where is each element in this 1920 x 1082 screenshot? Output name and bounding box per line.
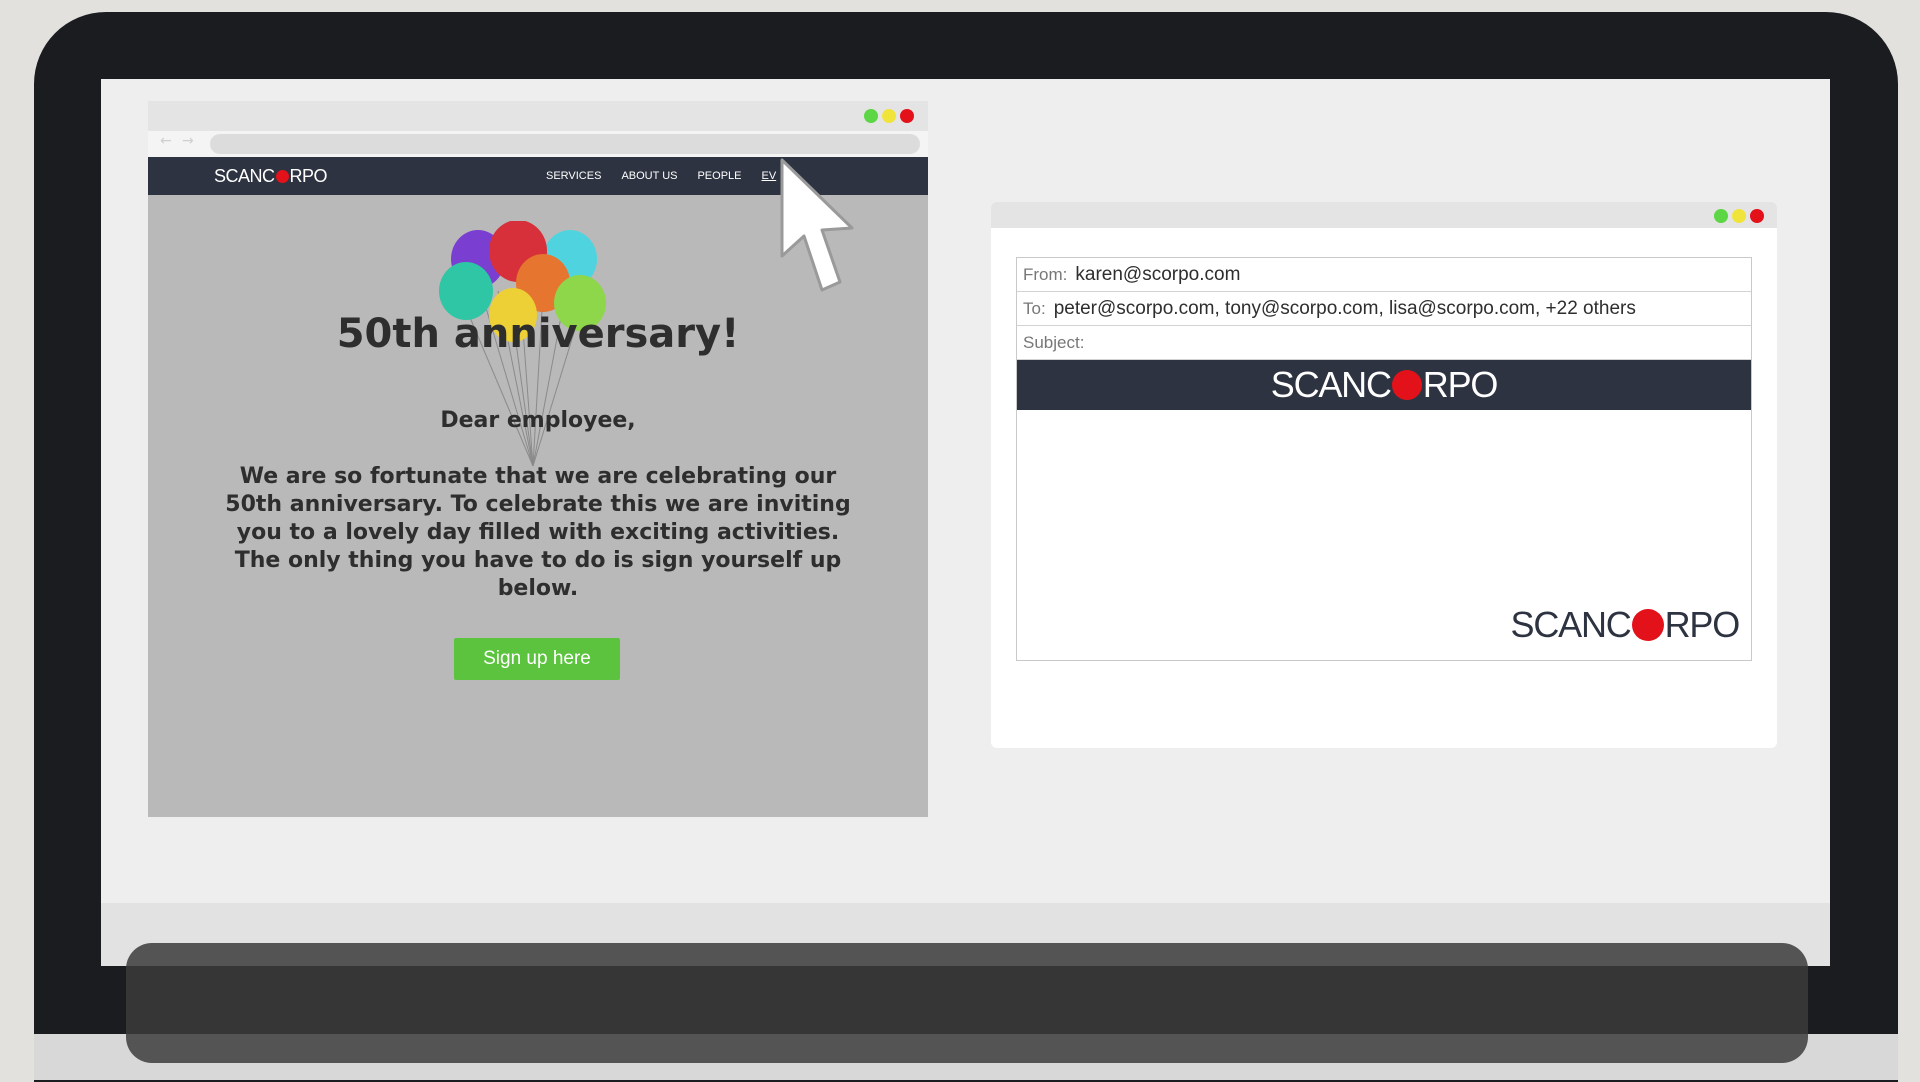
subject-label: Subject: (1023, 332, 1085, 352)
from-value: karen@scorpo.com (1075, 263, 1241, 285)
logo-text-right: RPO (1664, 604, 1741, 645)
mouse-cursor-icon (780, 158, 854, 292)
to-value: peter@scorpo.com, tony@scorpo.com, lisa@… (1053, 297, 1636, 319)
email-titlebar (991, 202, 1777, 228)
back-arrow-icon[interactable]: ← (160, 133, 172, 149)
invitation-text: We are so fortunate that we are celebrat… (225, 464, 851, 601)
logo-red-dot (1631, 609, 1664, 641)
minimize-button[interactable] (882, 109, 896, 123)
email-window: From: karen@scorpo.com To: peter@scorpo.… (991, 202, 1777, 748)
to-field[interactable]: To: peter@scorpo.com, tony@scorpo.com, l… (1017, 292, 1751, 326)
browser-toolbar: ← → (148, 131, 928, 157)
nav-link-about-us[interactable]: ABOUT US (621, 170, 677, 182)
to-label: To: (1023, 298, 1046, 318)
from-field[interactable]: From: karen@scorpo.com (1017, 258, 1751, 292)
subject-field[interactable]: Subject: (1017, 326, 1751, 360)
logo-red-dot (275, 170, 289, 183)
close-button[interactable] (900, 109, 914, 123)
browser-titlebar (148, 101, 928, 131)
email-compose-form: From: karen@scorpo.com To: peter@scorpo.… (1016, 257, 1752, 661)
email-header-banner: SCANC RPO (1017, 360, 1751, 410)
logo-text-right: RPO (289, 166, 328, 186)
close-button[interactable] (1750, 209, 1764, 223)
forward-arrow-icon[interactable]: → (182, 133, 194, 149)
sign-up-button[interactable]: Sign up here (454, 638, 620, 680)
maximize-button[interactable] (864, 109, 878, 123)
logo-text-right: RPO (1422, 364, 1499, 405)
logo-text-left: SCANC (1510, 604, 1632, 645)
email-signature-logo: SCANC RPO (1510, 604, 1741, 646)
page-headline: 50th anniversary! (336, 311, 740, 357)
nav-link-people[interactable]: PEOPLE (697, 170, 741, 182)
from-label: From: (1023, 264, 1068, 284)
nav-link-services[interactable]: SERVICES (546, 170, 601, 182)
keyboard-bar-shadow (126, 966, 1808, 1034)
logo-text-left: SCANC (214, 166, 275, 186)
nav-links: SERVICES ABOUT US PEOPLE EV (546, 170, 776, 182)
address-bar[interactable] (210, 134, 920, 154)
laptop-screen: ← → SCANC RPO SERVICES ABOUT US PEOPLE E… (101, 79, 1830, 966)
nav-link-events[interactable]: EV (762, 170, 777, 182)
maximize-button[interactable] (1714, 209, 1728, 223)
email-banner-logo: SCANC RPO (1270, 364, 1499, 406)
logo-text-left: SCANC (1270, 364, 1392, 405)
minimize-button[interactable] (1732, 209, 1746, 223)
greeting-text: Dear employee, (440, 408, 636, 433)
site-logo[interactable]: SCANC RPO (214, 166, 328, 187)
logo-red-dot (1391, 370, 1422, 400)
